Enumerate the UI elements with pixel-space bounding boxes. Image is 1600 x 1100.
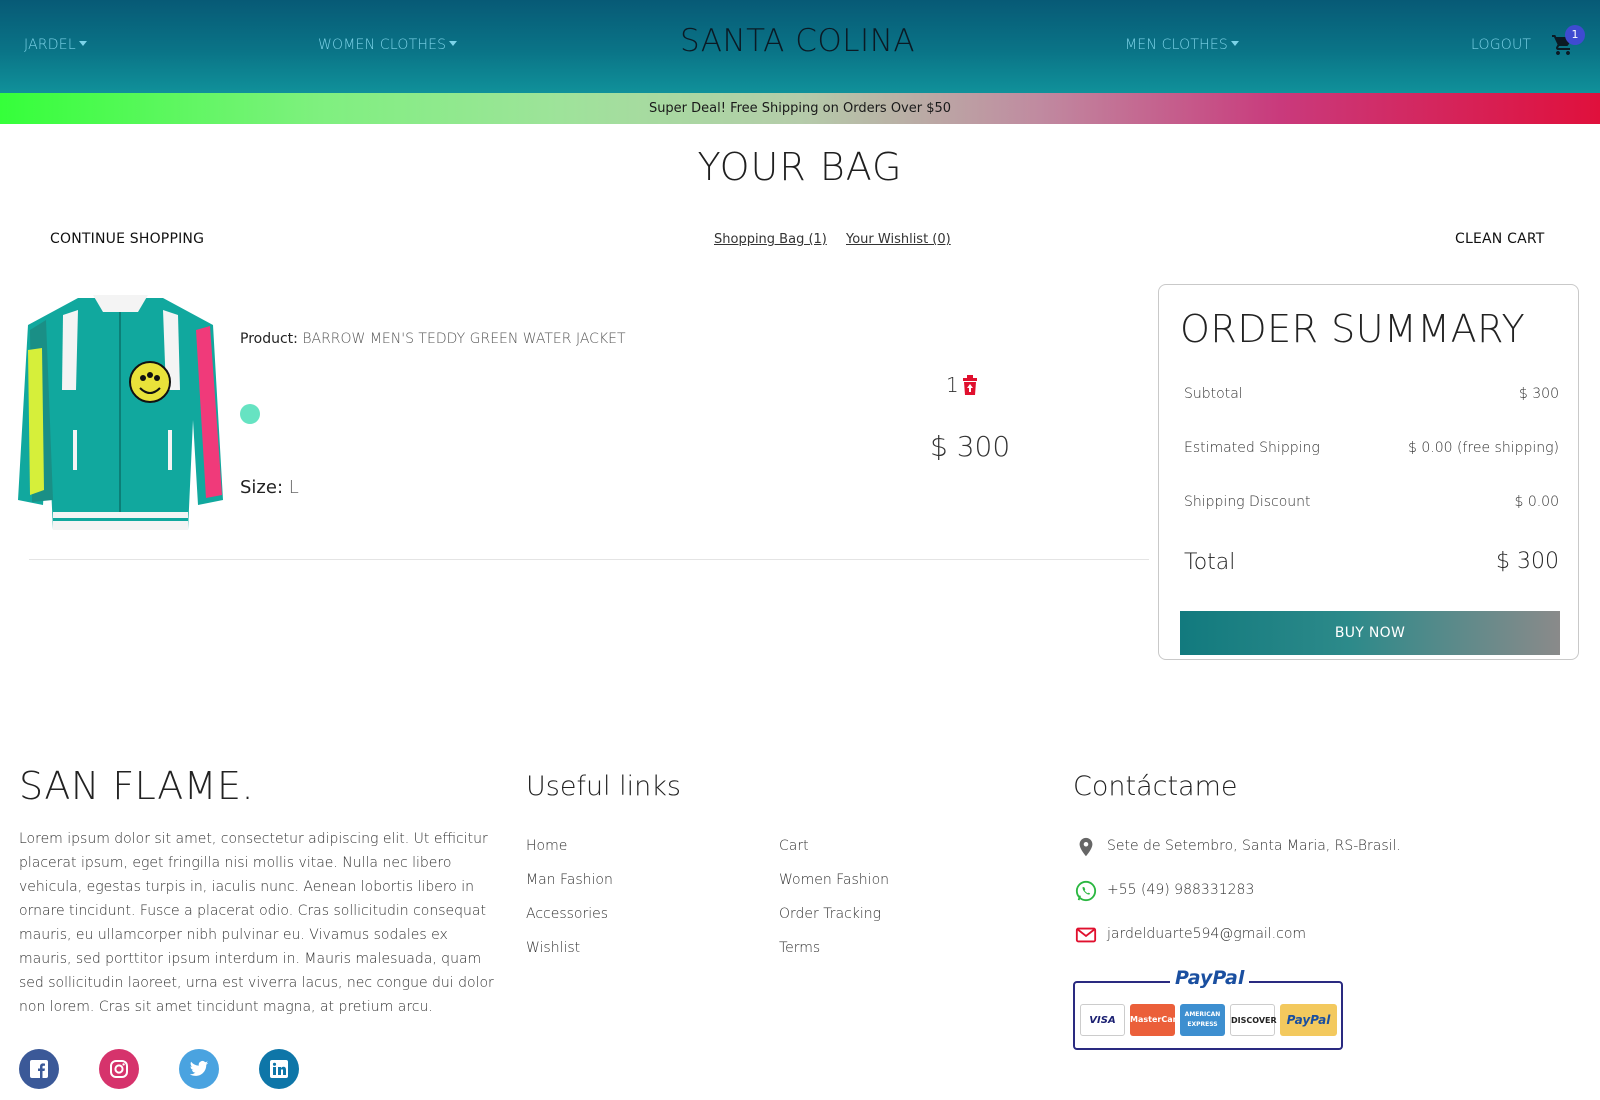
linkedin-icon	[270, 1060, 288, 1078]
delete-icon[interactable]	[962, 375, 978, 395]
instagram-button[interactable]	[99, 1049, 139, 1089]
facebook-button[interactable]	[19, 1049, 59, 1089]
product-color-swatch	[240, 404, 260, 424]
subtotal-value: $ 300	[1518, 386, 1559, 402]
email-icon	[1075, 927, 1097, 943]
footer-link-accessories[interactable]: Accessories	[526, 906, 608, 922]
chevron-down-icon	[449, 41, 458, 46]
amex-logo: AMERICAN EXPRESS	[1180, 1004, 1225, 1036]
brand-logo-text[interactable]: SANTA COLINA	[680, 23, 915, 59]
contact-address: Sete de Setembro, Santa Maria, RS-Brasil…	[1107, 838, 1401, 854]
chevron-down-icon	[1230, 41, 1239, 46]
top-navbar: JARDEL WOMEN CLOTHES SANTA COLINA MEN CL…	[0, 0, 1600, 93]
location-pin-icon	[1079, 837, 1093, 857]
women-clothes-label: WOMEN CLOTHES	[318, 37, 447, 53]
continue-shopping-button[interactable]: CONTINUE SHOPPING	[50, 231, 204, 247]
promo-banner: Super Deal! Free Shipping on Orders Over…	[0, 93, 1600, 124]
linkedin-button[interactable]	[259, 1049, 299, 1089]
product-name: BARROW MEN'S TEDDY GREEN WATER JACKET	[302, 331, 626, 347]
footer-description: Lorem ipsum dolor sit amet, consectetur …	[19, 831, 494, 1015]
discount-label: Shipping Discount	[1184, 494, 1311, 510]
women-clothes-dropdown[interactable]: WOMEN CLOTHES	[318, 37, 458, 53]
user-menu-dropdown[interactable]: JARDEL	[24, 37, 87, 53]
men-clothes-label: MEN CLOTHES	[1125, 37, 1228, 53]
footer-link-wishlist[interactable]: Wishlist	[526, 940, 580, 956]
footer-brand: SAN FLAME.	[19, 764, 255, 808]
paypal-logo: PayPal	[1170, 967, 1250, 989]
shopping-bag-link[interactable]: Shopping Bag (1)	[714, 232, 827, 247]
logout-link[interactable]: LOGOUT	[1471, 37, 1531, 53]
footer-link-order-tracking[interactable]: Order Tracking	[779, 906, 881, 922]
product-price: $ 300	[930, 430, 1011, 463]
total-value: $ 300	[1496, 549, 1559, 574]
footer-link-women-fashion[interactable]: Women Fashion	[779, 872, 889, 888]
visa-card-logo: VISA	[1080, 1004, 1125, 1036]
buy-now-button[interactable]: BUY NOW	[1180, 611, 1560, 655]
twitter-icon	[189, 1061, 209, 1076]
shipping-value: $ 0.00 (free shipping)	[1408, 440, 1559, 456]
footer-link-man-fashion[interactable]: Man Fashion	[526, 872, 613, 888]
product-label: Product:	[240, 331, 298, 347]
product-image	[18, 295, 223, 530]
cart-count-badge: 1	[1565, 25, 1585, 45]
size-label: Size:	[240, 477, 284, 498]
subtotal-label: Subtotal	[1184, 386, 1243, 402]
useful-links-title: Useful links	[526, 771, 681, 802]
total-label: Total	[1184, 550, 1236, 575]
chevron-down-icon	[78, 41, 87, 46]
product-size: L	[288, 477, 299, 498]
order-summary-title: ORDER SUMMARY	[1180, 307, 1526, 351]
page-title: YOUR BAG	[697, 145, 903, 189]
clean-cart-button[interactable]: CLEAN CART	[1455, 231, 1545, 247]
footer-link-home[interactable]: Home	[526, 838, 567, 854]
contact-email[interactable]: jardelduarte594@gmail.com	[1107, 926, 1306, 942]
product-quantity: 1	[946, 373, 959, 397]
paypal-card-logo: PayPal	[1280, 1004, 1337, 1036]
whatsapp-icon	[1075, 880, 1097, 902]
facebook-icon	[30, 1060, 48, 1078]
user-menu-label: JARDEL	[24, 37, 76, 53]
men-clothes-dropdown[interactable]: MEN CLOTHES	[1125, 37, 1239, 53]
footer-link-terms[interactable]: Terms	[779, 940, 820, 956]
product-name-line: Product: BARROW MEN'S TEDDY GREEN WATER …	[240, 331, 626, 347]
discover-logo: DISCOVER	[1230, 1004, 1277, 1036]
shipping-label: Estimated Shipping	[1184, 440, 1320, 456]
discount-value: $ 0.00	[1514, 494, 1559, 510]
item-divider	[29, 559, 1149, 560]
twitter-button[interactable]	[179, 1049, 219, 1089]
product-size-line: Size: L	[240, 477, 299, 498]
contact-phone: +55 (49) 988331283	[1107, 882, 1255, 898]
footer-link-cart[interactable]: Cart	[779, 838, 809, 854]
wishlist-link[interactable]: Your Wishlist (0)	[846, 232, 951, 247]
mastercard-logo: MasterCard	[1130, 1004, 1182, 1036]
contact-title: Contáctame	[1073, 771, 1238, 802]
instagram-icon	[110, 1060, 128, 1078]
